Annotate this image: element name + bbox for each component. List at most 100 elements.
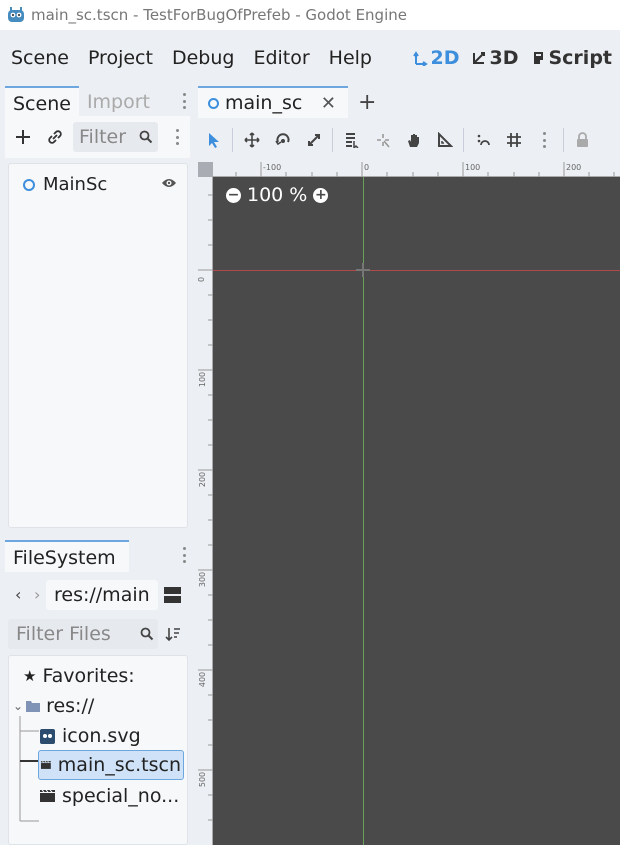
- scene-options-icon[interactable]: [175, 129, 179, 145]
- mode-script-label: Script: [548, 47, 612, 69]
- search-icon: [140, 627, 154, 641]
- fs-file-special-node[interactable]: special_no...: [40, 785, 179, 807]
- ruler-top-label: -100: [263, 163, 282, 172]
- move-mode-icon[interactable]: [236, 120, 267, 160]
- canvas-toolbar: [198, 120, 620, 160]
- forward-icon[interactable]: ›: [34, 585, 40, 604]
- pivot-mode-icon[interactable]: [367, 120, 398, 160]
- fs-file-main-scene[interactable]: main_sc.tscn: [38, 750, 184, 780]
- ruler-left-label: 300: [198, 571, 208, 588]
- tab-import[interactable]: Import: [79, 86, 158, 116]
- snap-options-icon[interactable]: [529, 120, 560, 160]
- ruler-horizontal: -100 0 100 200: [213, 162, 620, 177]
- ruler-top-label: 0: [364, 163, 370, 172]
- fs-path-input[interactable]: res://main: [46, 580, 158, 610]
- fs-favorites-label: Favorites:: [42, 665, 135, 687]
- menu-scene[interactable]: Scene: [3, 47, 77, 69]
- ruler-left-label: 200: [198, 471, 208, 488]
- sort-icon[interactable]: [165, 626, 181, 642]
- y-axis-line: [363, 177, 364, 845]
- list-select-icon[interactable]: [336, 120, 367, 160]
- zoom-out-icon[interactable]: −: [226, 187, 241, 203]
- add-scene-tab-icon[interactable]: +: [358, 90, 376, 115]
- 3d-icon: [473, 52, 486, 64]
- add-node-icon[interactable]: [13, 127, 33, 147]
- back-icon[interactable]: ‹: [15, 585, 21, 604]
- x-axis-line: [213, 270, 620, 271]
- ruler-mode-icon[interactable]: [429, 120, 460, 160]
- fs-path-bar: ‹ › res://main: [5, 576, 190, 614]
- scene-file-icon: [40, 790, 55, 802]
- dock-menu-icon[interactable]: [182, 93, 186, 109]
- tab-filesystem[interactable]: FileSystem: [5, 540, 129, 572]
- window-title: main_sc.tscn - TestForBugOfPrefeb - Godo…: [31, 6, 407, 24]
- scale-mode-icon[interactable]: [298, 120, 329, 160]
- menu-bar: Scene Project Debug Editor Help 2D 3D Sc…: [0, 30, 620, 86]
- menu-editor[interactable]: Editor: [245, 47, 317, 69]
- menu-project[interactable]: Project: [80, 47, 161, 69]
- folder-icon: [26, 701, 41, 712]
- fs-root-folder[interactable]: ⌄ res://: [13, 695, 94, 717]
- tree-node-root[interactable]: MainSc: [23, 174, 107, 195]
- menu-help[interactable]: Help: [321, 47, 380, 69]
- zoom-level[interactable]: 100 %: [247, 184, 307, 206]
- script-icon: [534, 52, 544, 64]
- rotate-mode-icon[interactable]: [267, 120, 298, 160]
- ruler-left-label: 0: [198, 277, 206, 282]
- fs-root-label: res://: [46, 695, 95, 717]
- mode-script-button[interactable]: Script: [530, 47, 612, 69]
- chevron-down-icon: ⌄: [13, 699, 24, 713]
- editor-tab-label: main_sc: [225, 92, 303, 114]
- fs-favorites[interactable]: ★ Favorites:: [23, 665, 135, 687]
- ruler-left-label: 400: [198, 671, 208, 688]
- fs-file-icon-svg[interactable]: icon.svg: [40, 725, 141, 747]
- godot-logo-icon: [8, 7, 24, 22]
- pan-mode-icon[interactable]: [398, 120, 429, 160]
- mode-3d-button[interactable]: 3D: [471, 47, 518, 69]
- scene-dock: Scene Import Filter MainSc: [5, 86, 190, 531]
- mode-2d-label: 2D: [430, 47, 460, 69]
- tab-scene[interactable]: Scene: [5, 86, 79, 116]
- menu-debug[interactable]: Debug: [164, 47, 242, 69]
- search-icon: [139, 130, 153, 144]
- fs-filter-input[interactable]: Filter Files: [8, 619, 158, 649]
- mode-3d-label: 3D: [489, 47, 519, 69]
- scene-file-icon: [41, 760, 51, 769]
- toolbar-divider: [332, 128, 333, 152]
- lock-icon[interactable]: [567, 120, 598, 160]
- instance-scene-icon[interactable]: [45, 127, 65, 147]
- ruler-left-label: 500: [198, 771, 208, 788]
- smart-snap-icon[interactable]: [467, 120, 498, 160]
- tree-guide-lines: [19, 716, 39, 822]
- ruler-top-label: 200: [566, 163, 582, 172]
- toolbar-divider: [463, 128, 464, 152]
- editor-scene-tabs: main_sc ✕ +: [198, 86, 620, 118]
- ruler-vertical: 0 100 200 300 400 500: [198, 177, 213, 845]
- origin-marker-icon: [356, 263, 370, 277]
- toolbar-divider: [232, 128, 233, 152]
- star-icon: ★: [23, 667, 37, 685]
- fs-tree: ★ Favorites: ⌄ res:// icon.svg main_sc.t…: [8, 655, 188, 845]
- toolbar-divider: [563, 128, 564, 152]
- scene-tree: MainSc: [8, 163, 188, 528]
- title-bar: main_sc.tscn - TestForBugOfPrefeb - Godo…: [0, 0, 620, 30]
- filesystem-dock-tabs: FileSystem: [5, 540, 190, 572]
- fs-file-label: icon.svg: [62, 725, 141, 747]
- visibility-eye-icon[interactable]: [161, 177, 177, 189]
- fs-filter-placeholder: Filter Files: [16, 623, 111, 645]
- scene-filter-input[interactable]: Filter: [73, 122, 158, 152]
- select-mode-icon[interactable]: [198, 120, 229, 160]
- tab-main-sc[interactable]: main_sc ✕: [198, 86, 348, 118]
- grid-snap-icon[interactable]: [498, 120, 529, 160]
- close-icon[interactable]: ✕: [321, 93, 336, 114]
- fs-dock-menu-icon[interactable]: [182, 547, 186, 563]
- mode-2d-button[interactable]: 2D: [412, 47, 459, 69]
- split-view-icon[interactable]: [164, 587, 181, 603]
- canvas-viewport[interactable]: -100 0 100 200 0 100 200 300 400 500 − 1…: [198, 162, 620, 845]
- zoom-in-icon[interactable]: +: [313, 187, 329, 203]
- filesystem-dock: FileSystem ‹ › res://main Filter Files ★…: [5, 540, 190, 845]
- main-screen-modes: 2D 3D Script: [412, 30, 612, 86]
- ruler-left-label: 100: [198, 371, 208, 388]
- scene-filter-placeholder: Filter: [79, 126, 127, 148]
- scene-toolbar: Filter: [5, 116, 190, 158]
